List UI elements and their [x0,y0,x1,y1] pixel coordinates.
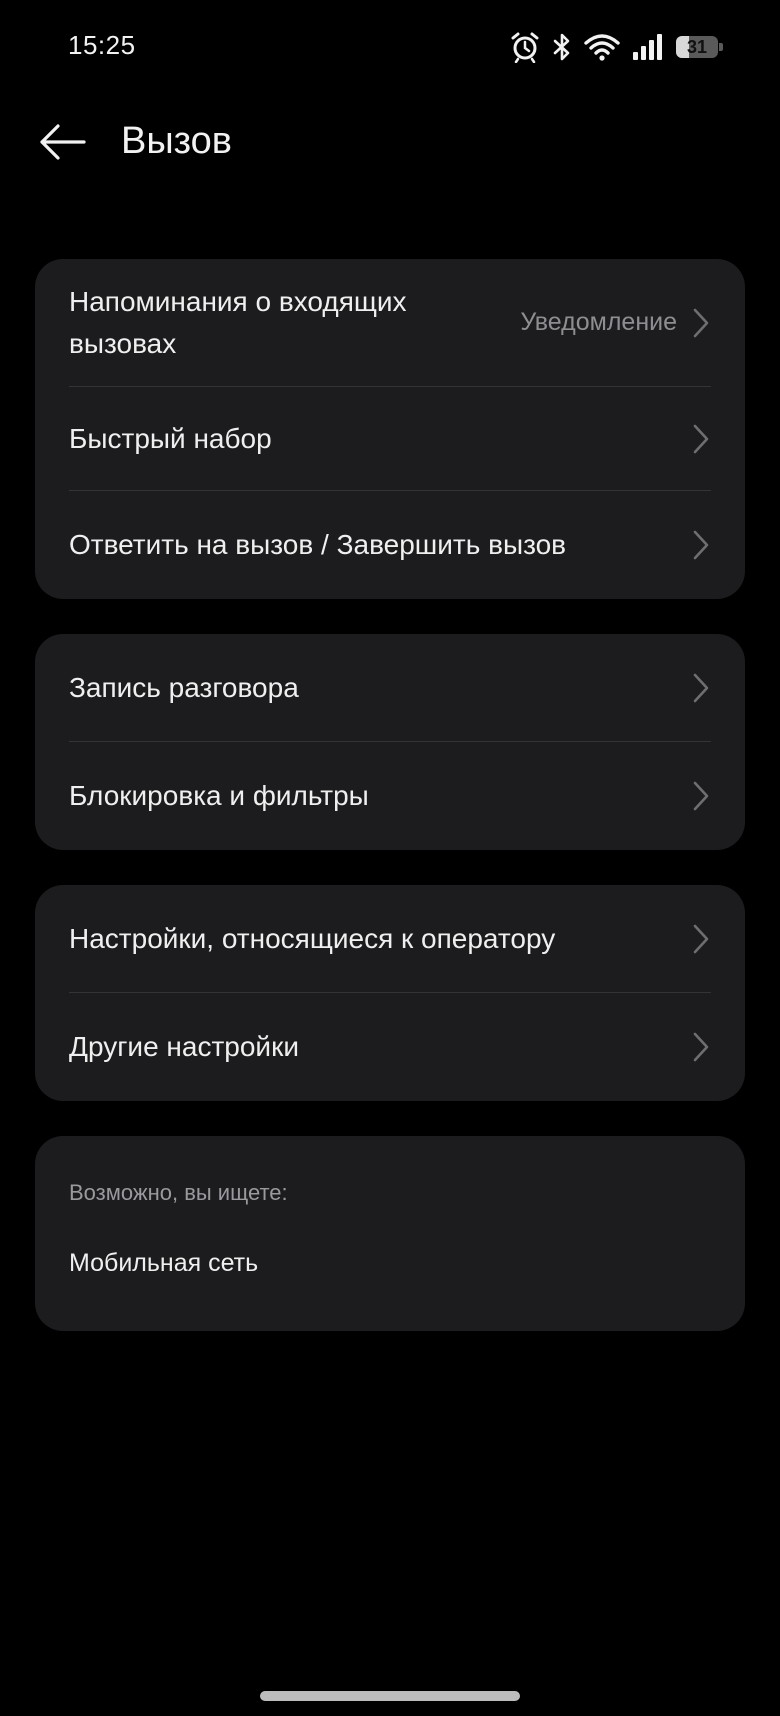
other-settings-label: Другие настройки [69,1031,299,1062]
chevron-right-icon [691,923,711,955]
settings-group-2: Запись разговора Блокировка и фильтры [35,634,745,850]
incoming-call-reminders-item[interactable]: Напоминания о входящих вызовах Уведомлен… [69,259,711,387]
signal-icon [632,33,664,61]
home-indicator[interactable] [260,1691,520,1701]
status-bar: 15:25 31 [0,0,780,94]
status-icons: 31 [510,30,724,64]
battery-icon: 31 [676,34,724,60]
page-title: Вызов [121,120,232,162]
speed-dial-label: Быстрый набор [69,422,272,454]
chevron-right-icon [691,423,711,455]
operator-settings-label: Настройки, относящиеся к оператору [69,922,556,954]
arrow-left-icon [38,122,86,167]
block-and-filters-label: Блокировка и фильтры [69,780,369,811]
answer-end-call-item[interactable]: Ответить на вызов / Завершить вызов [69,491,711,599]
battery-level: 31 [686,37,708,57]
settings-group-1: Напоминания о входящих вызовах Уведомлен… [35,259,745,599]
bluetooth-icon [552,32,572,62]
incoming-call-reminders-value: Уведомление [520,308,677,336]
settings-group-3: Настройки, относящиеся к оператору Други… [35,885,745,1101]
status-time: 15:25 [68,30,136,60]
chevron-right-icon [691,529,711,561]
chevron-right-icon [691,307,711,339]
speed-dial-item[interactable]: Быстрый набор [69,387,711,491]
suggestion-mobile-network[interactable]: Мобильная сеть [69,1249,258,1278]
suggestions-card: Возможно, вы ищете: Мобильная сеть [35,1136,745,1331]
suggestions-header: Возможно, вы ищете: [69,1180,288,1205]
back-button[interactable] [30,112,94,176]
incoming-call-reminders-label: Напоминания о входящих вызовах [69,285,407,359]
chevron-right-icon [691,1031,711,1063]
app-header: Вызов [0,94,780,194]
operator-settings-item[interactable]: Настройки, относящиеся к оператору [69,885,711,993]
chevron-right-icon [691,672,711,704]
answer-end-call-label: Ответить на вызов / Завершить вызов [69,529,567,560]
other-settings-item[interactable]: Другие настройки [69,993,711,1101]
call-recording-item[interactable]: Запись разговора [69,634,711,742]
alarm-icon [510,31,540,63]
wifi-icon [584,33,620,61]
block-and-filters-item[interactable]: Блокировка и фильтры [69,742,711,850]
chevron-right-icon [691,780,711,812]
call-recording-label: Запись разговора [69,671,299,703]
